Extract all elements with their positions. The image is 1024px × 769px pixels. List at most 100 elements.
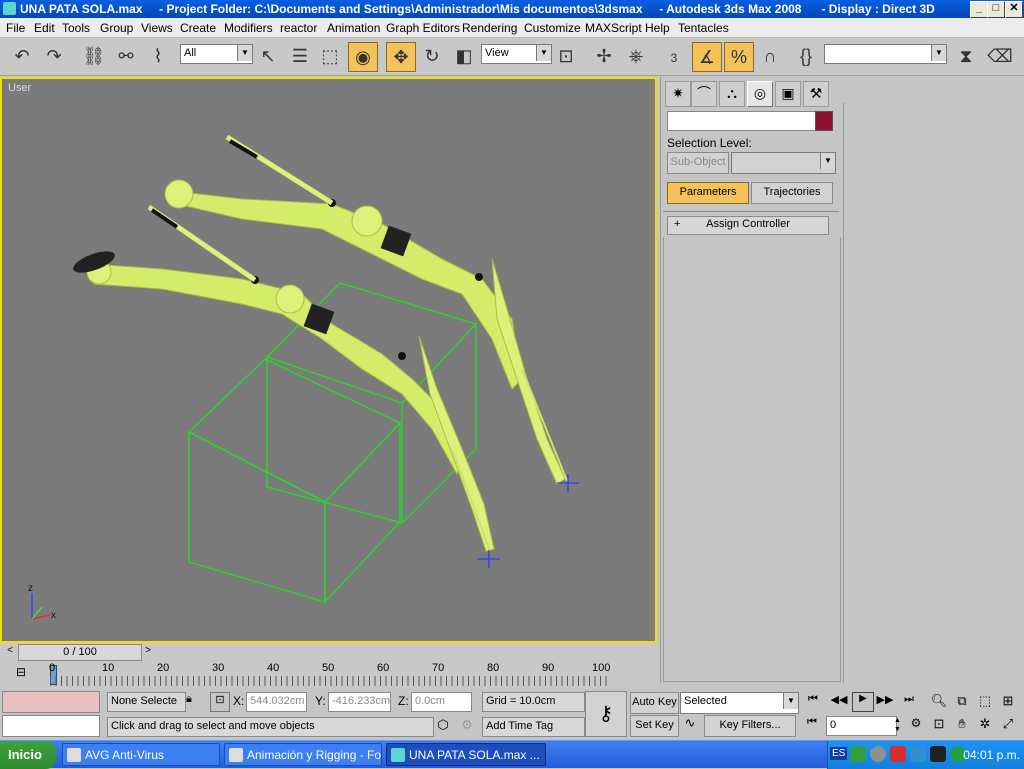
box-1-top[interactable] bbox=[187, 358, 402, 503]
mirror-icon[interactable]: ⧗ bbox=[952, 42, 980, 70]
select-and-move-icon[interactable]: ✥ bbox=[386, 42, 416, 72]
menu-graph-editors[interactable]: Graph Editors bbox=[386, 21, 460, 35]
zoom-extents-icon[interactable]: ⬚ bbox=[976, 693, 994, 711]
set-key-button[interactable]: Set Key bbox=[630, 715, 679, 737]
menu-file[interactable]: File bbox=[6, 21, 25, 35]
task-avg-antivirus[interactable]: AVG Anti-Virus bbox=[62, 743, 220, 766]
key-filters-button[interactable]: Key Filters... bbox=[704, 715, 796, 737]
select-and-rotate-icon[interactable]: ↻ bbox=[418, 42, 446, 70]
x-coordinate-field[interactable]: 544.032cm bbox=[246, 692, 307, 712]
scene-canvas[interactable]: z x bbox=[2, 79, 655, 641]
current-frame-field[interactable]: 0 bbox=[826, 716, 897, 736]
clock[interactable]: 04:01 p.m. bbox=[958, 748, 1020, 762]
menu-maxscript[interactable]: MAXScript bbox=[585, 21, 642, 35]
hierarchy-tab-icon[interactable]: ⛬ bbox=[719, 81, 745, 107]
z-coordinate-field[interactable]: 0.0cm bbox=[411, 692, 472, 712]
trajectories-button[interactable]: Trajectories bbox=[751, 182, 833, 204]
select-by-name-icon[interactable]: ☰ bbox=[286, 42, 314, 70]
bind-space-warp-icon[interactable]: ⌇ bbox=[144, 42, 172, 70]
edit-named-selection-icon[interactable]: {} bbox=[792, 42, 820, 70]
zoom-extents-all-icon[interactable]: ⊞ bbox=[999, 693, 1017, 711]
add-time-tag[interactable]: Add Time Tag bbox=[482, 717, 585, 737]
time-configuration-icon[interactable]: ⚙ bbox=[906, 716, 926, 734]
motion-tab-icon[interactable]: ◎ bbox=[747, 81, 773, 107]
orbit-icon[interactable]: ✲ bbox=[976, 716, 994, 734]
zoom-all-icon[interactable]: ⧉ bbox=[953, 693, 971, 711]
time-slider[interactable]: < 0 / 100 > bbox=[0, 643, 657, 661]
keyboard-shortcut-icon[interactable]: ⎈ bbox=[622, 42, 650, 70]
maxscript-listener-pink[interactable] bbox=[2, 691, 100, 713]
window-crossing-icon[interactable]: ◉ bbox=[348, 42, 378, 72]
select-and-scale-icon[interactable]: ◧ bbox=[450, 42, 478, 70]
menu-customize[interactable]: Customize bbox=[524, 21, 581, 35]
maximize-button[interactable]: □ bbox=[987, 1, 1005, 18]
tentacle-upper[interactable] bbox=[164, 134, 568, 485]
start-button[interactable]: Inicio bbox=[0, 741, 56, 769]
spinner-snap-icon[interactable]: ∩ bbox=[756, 42, 784, 70]
menu-tentacles[interactable]: Tentacles bbox=[678, 21, 729, 35]
percent-snap-icon[interactable]: % bbox=[724, 42, 754, 72]
auto-key-button[interactable]: Auto Key bbox=[630, 692, 679, 714]
language-indicator[interactable]: ES bbox=[830, 747, 848, 760]
go-to-end-icon[interactable]: ⏭ bbox=[898, 693, 920, 711]
menu-tools[interactable]: Tools bbox=[62, 21, 90, 35]
app-icon[interactable] bbox=[3, 2, 16, 15]
absolute-mode-icon[interactable]: ⊡ bbox=[210, 692, 230, 712]
close-button[interactable]: ✕ bbox=[1005, 1, 1023, 18]
assign-controller-rollout[interactable]: + Assign Controller bbox=[667, 216, 829, 235]
play-icon[interactable]: ▶ bbox=[852, 692, 874, 712]
next-frame-icon[interactable]: > bbox=[142, 645, 154, 659]
degradation-override-icon[interactable]: ⚙ bbox=[458, 717, 476, 735]
task-3dsmax[interactable]: UNA PATA SOLA.max ... bbox=[386, 743, 546, 766]
pan-hand-icon[interactable]: ✋︎ bbox=[953, 716, 971, 734]
menu-help[interactable]: Help bbox=[645, 21, 670, 35]
sub-object-button[interactable]: Sub-Object bbox=[667, 152, 729, 174]
ik-targets[interactable] bbox=[478, 474, 579, 568]
track-bar[interactable]: ⊟ 0 10 20 30 40 50 60 70 80 90 100 bbox=[0, 661, 657, 689]
redo-icon[interactable]: ↷ bbox=[40, 42, 68, 70]
select-object-icon[interactable]: ↖ bbox=[254, 42, 282, 70]
set-key-icon[interactable]: ⚷ bbox=[585, 691, 627, 737]
region-zoom-icon[interactable]: ⊡ bbox=[930, 716, 948, 734]
menu-animation[interactable]: Animation bbox=[327, 21, 380, 35]
parameters-button[interactable]: Parameters bbox=[667, 182, 749, 204]
minimize-button[interactable]: _ bbox=[970, 1, 988, 18]
key-mode-icon[interactable]: ⏮ bbox=[802, 716, 822, 734]
go-to-start-icon[interactable]: ⏮ bbox=[802, 693, 824, 711]
sub-object-dropdown[interactable]: ▼ bbox=[731, 152, 836, 174]
reference-coordinate-dropdown[interactable]: View ▼ bbox=[481, 44, 552, 64]
undo-icon[interactable]: ↶ bbox=[8, 42, 36, 70]
tray-antivirus-icon[interactable] bbox=[890, 746, 906, 762]
menu-views[interactable]: Views bbox=[141, 21, 173, 35]
key-mode-dropdown[interactable]: Selected ▼ bbox=[680, 692, 799, 714]
unlink-icon[interactable]: ⚯ bbox=[112, 42, 140, 70]
named-selection-dropdown[interactable]: ▼ bbox=[824, 44, 947, 64]
menu-create[interactable]: Create bbox=[180, 21, 216, 35]
frame-spinner-icon[interactable]: ▲ ▼ bbox=[894, 716, 904, 734]
pivot-center-icon[interactable]: ⊡ bbox=[552, 42, 580, 70]
modify-tab-icon[interactable]: ⌒ bbox=[691, 81, 717, 107]
select-manipulate-icon[interactable]: ✢ bbox=[590, 42, 618, 70]
object-color-swatch[interactable] bbox=[815, 111, 833, 131]
menu-edit[interactable]: Edit bbox=[34, 21, 55, 35]
box-1-front[interactable] bbox=[188, 430, 326, 603]
zoom-icon[interactable]: 🔍︎ bbox=[930, 693, 948, 711]
y-coordinate-field[interactable]: -416.233cm bbox=[328, 692, 391, 712]
task-browser[interactable]: Animación y Rigging - Fo... bbox=[224, 743, 382, 766]
menu-rendering[interactable]: Rendering bbox=[462, 21, 517, 35]
next-key-icon[interactable]: ▶▶ bbox=[874, 693, 896, 711]
snap-toggle-icon[interactable]: 3 bbox=[660, 42, 688, 70]
object-name-field[interactable] bbox=[667, 111, 816, 131]
display-tab-icon[interactable]: ▣ bbox=[775, 81, 801, 107]
menu-group[interactable]: Group bbox=[100, 21, 133, 35]
create-tab-icon[interactable]: ✷ bbox=[665, 81, 691, 107]
align-icon[interactable]: ⌫ bbox=[986, 42, 1014, 70]
lock-icon[interactable]: 🔒︎ bbox=[186, 693, 200, 709]
select-link-icon[interactable]: ⛓ bbox=[80, 42, 108, 70]
angle-snap-icon[interactable]: ∡ bbox=[692, 42, 722, 72]
rectangle-selection-icon[interactable]: ⬚ bbox=[316, 42, 344, 70]
utilities-tab-icon[interactable]: ⚒ bbox=[803, 81, 829, 107]
tray-volume-icon[interactable] bbox=[870, 746, 886, 762]
menu-modifiers[interactable]: Modifiers bbox=[224, 21, 273, 35]
previous-key-icon[interactable]: ◀◀ bbox=[828, 693, 850, 711]
